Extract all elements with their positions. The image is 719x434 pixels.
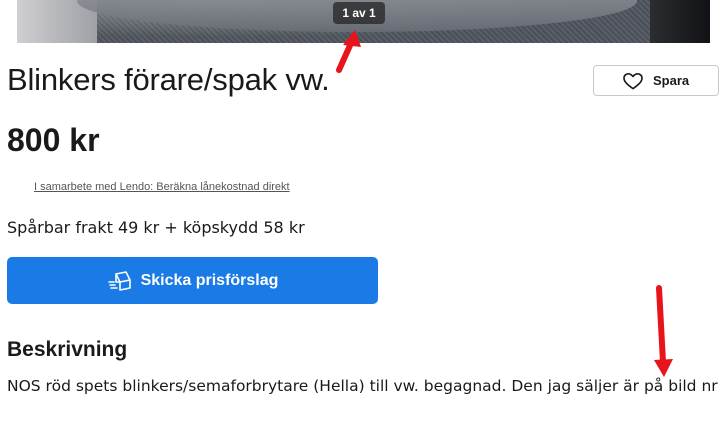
offer-icon	[107, 270, 131, 291]
shipping-info: Spårbar frakt 49 kr + köpskydd 58 kr	[7, 218, 305, 237]
save-button[interactable]: Spara	[593, 65, 719, 96]
listing-price: 800 kr	[7, 122, 100, 158]
description-heading: Beskrivning	[7, 338, 128, 361]
description-text: NOS röd spets blinkers/semaforbrytare (H…	[7, 377, 719, 395]
heart-icon	[623, 72, 643, 89]
annotation-arrow-down	[654, 285, 673, 377]
image-counter: 1 av 1	[333, 2, 385, 24]
save-button-label: Spara	[653, 73, 690, 88]
loan-calculator-link[interactable]: I samarbete med Lendo: Beräkna lånekostn…	[34, 181, 290, 193]
send-offer-label: Skicka prisförslag	[140, 271, 279, 289]
listing-title: Blinkers förare/spak vw.	[7, 62, 330, 97]
send-offer-button[interactable]: Skicka prisförslag	[7, 257, 378, 304]
image-region	[650, 0, 710, 43]
